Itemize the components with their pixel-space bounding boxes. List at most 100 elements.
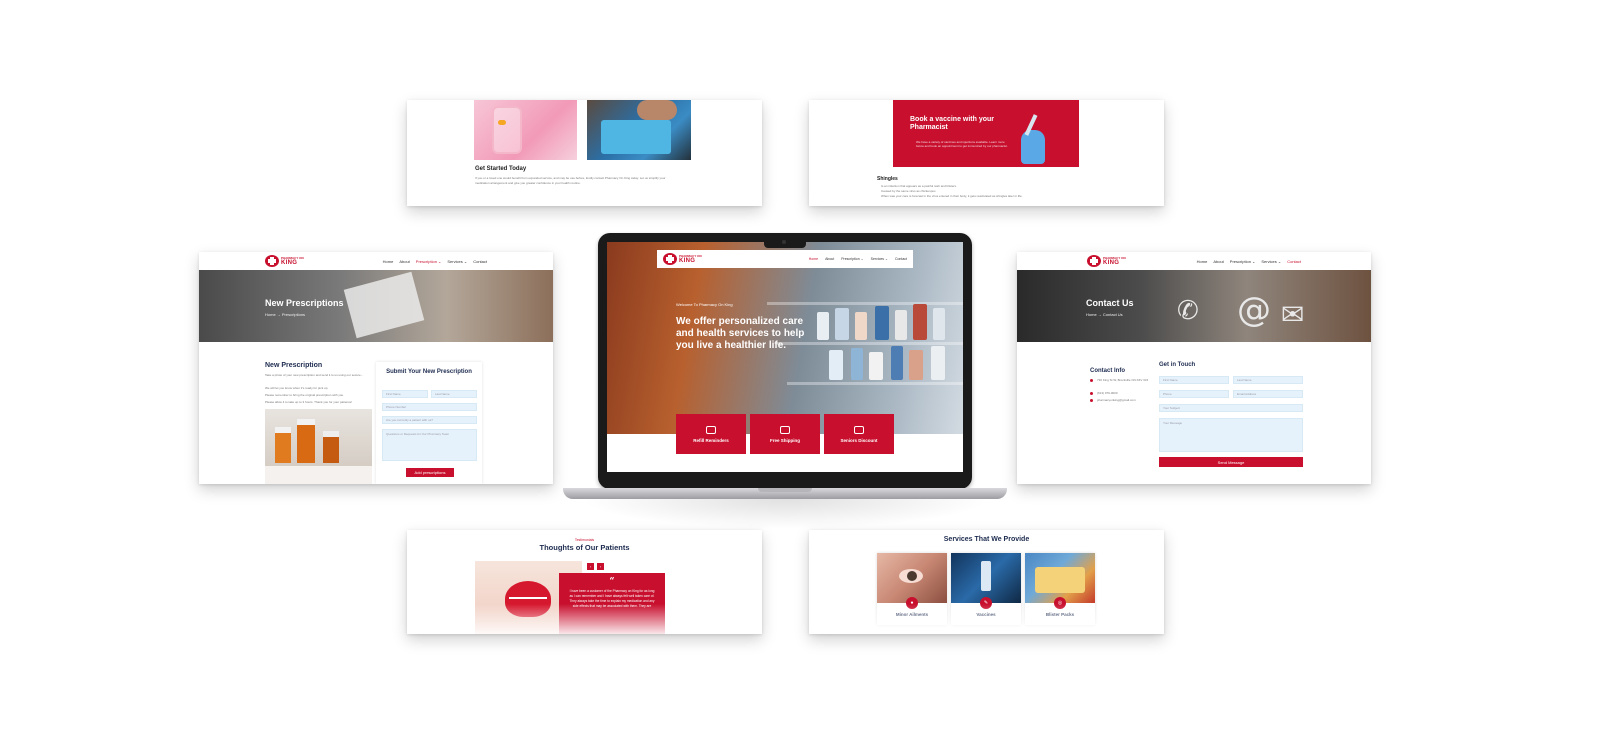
email-field[interactable]: Email Address — [1233, 390, 1303, 398]
laptop-opening-groove — [758, 488, 812, 492]
nav-about[interactable]: About — [399, 259, 409, 264]
mockup-stage: Get Started Today If you or a loved one … — [0, 0, 1600, 750]
phone-small-icon — [1090, 392, 1093, 395]
phone-field[interactable]: Phone Number — [382, 403, 477, 411]
service-card[interactable]: ◎ Blister Packs — [1025, 553, 1095, 625]
add-prescriptions-button[interactable]: Add prescriptions — [406, 468, 454, 477]
bullet-item: When was your care is forecast in the vi… — [881, 194, 1023, 198]
email-text[interactable]: pharmacyonking@gmail.com — [1097, 398, 1136, 402]
nav-links: Home About Prescription ⌄ Services ⌄ Con… — [383, 259, 487, 264]
prescription-form: Submit Your New Prescription First Name … — [376, 362, 482, 484]
section-heading: Thoughts of Our Patients — [539, 543, 630, 552]
tile-label: Seniors Discount — [840, 437, 878, 443]
testimonial-quote: I have been a customer of the Pharmacy o… — [569, 589, 655, 608]
get-started-page-preview: Get Started Today If you or a loved one … — [407, 100, 762, 206]
phone-field[interactable]: Phone — [1159, 390, 1229, 398]
nav-services[interactable]: Services ⌄ — [447, 259, 467, 264]
nav-prescription[interactable]: Prescription ⌄ — [416, 259, 442, 264]
prev-arrow-button[interactable]: ‹ — [587, 563, 594, 570]
paper-hand-image — [343, 271, 425, 339]
page-title: New Prescriptions — [265, 298, 344, 308]
nav-services[interactable]: Services ⌄ — [871, 257, 888, 261]
body-text: Please remember to bring the original pr… — [265, 393, 345, 397]
tag-icon — [854, 425, 864, 434]
section-heading: Get Started Today — [475, 166, 527, 172]
nav-links: Home About Prescription ⌄ Services ⌄ Con… — [1197, 259, 1301, 264]
section-kicker: Testimonials — [574, 538, 595, 542]
site-nav: PHARMACY ON KING Home About Prescription … — [657, 250, 913, 268]
laptop-camera — [782, 240, 786, 244]
message-textarea[interactable]: Questions or Requests for Our Pharmacy T… — [382, 429, 477, 461]
page-hero: ✆ @ ✉ Contact Us Home → Contact Us — [1017, 270, 1371, 342]
service-card[interactable]: ● Minor Ailments — [877, 553, 947, 625]
nav-contact[interactable]: Contact — [473, 259, 487, 264]
nav-prescription[interactable]: Prescription ⌄ — [841, 257, 863, 261]
blister-pack-image — [1025, 553, 1095, 603]
pill-bottles-image — [265, 409, 372, 484]
patient-select[interactable]: Are you currently a patient with us? — [382, 416, 477, 424]
syringe-icon: ✎ — [980, 597, 992, 609]
body-text: Please allow 4 to take up to 3 hours. Th… — [265, 400, 353, 404]
breadcrumb[interactable]: Home → Prescriptions — [265, 312, 305, 317]
site-nav: PHARMACY ON KING Home About Prescription … — [199, 252, 553, 270]
truck-icon — [780, 425, 790, 434]
nav-prescription[interactable]: Prescription ⌄ — [1230, 259, 1256, 264]
eye-icon: ● — [906, 597, 918, 609]
nav-home[interactable]: Home — [383, 259, 394, 264]
message-textarea[interactable]: Your Message — [1159, 418, 1303, 452]
tile-label: Refill Reminders — [693, 437, 729, 443]
last-name-field[interactable]: Last Name — [431, 390, 477, 398]
nav-home[interactable]: Home — [809, 257, 818, 261]
next-arrow-button[interactable]: › — [597, 563, 604, 570]
site-nav: PHARMACY ON KING Home About Prescription … — [1017, 252, 1371, 270]
nav-about[interactable]: About — [1213, 259, 1223, 264]
refill-reminders-tile[interactable]: Refill Reminders — [676, 414, 746, 454]
body-text: medication arrangement and give you grea… — [475, 181, 581, 185]
nav-links: Home About Prescription ⌄ Services ⌄ Con… — [809, 257, 907, 261]
banner-title: Book a vaccine with your Pharmacist — [910, 116, 995, 131]
at-icon: @ — [1237, 290, 1271, 330]
pill-organizer-image — [474, 100, 577, 160]
breadcrumb[interactable]: Home → Contact Us — [1086, 312, 1123, 317]
nav-contact[interactable]: Contact — [1287, 259, 1301, 264]
page-title: Contact Us — [1086, 298, 1134, 308]
contact-info-heading: Contact Info — [1090, 368, 1125, 374]
body-text: If you or a loved one would benefit from… — [475, 176, 666, 180]
phone-icon: ✆ — [1177, 296, 1199, 326]
tile-label: Free Shipping — [769, 437, 800, 443]
services-section-preview: Services That We Provide ● Minor Ailment… — [809, 530, 1164, 634]
service-label: Minor Ailments — [895, 612, 929, 617]
vaccine-page-preview: Book a vaccine with your Pharmacist We h… — [809, 100, 1164, 206]
send-message-button[interactable]: Send Message — [1159, 457, 1303, 467]
site-logo[interactable]: PHARMACY ON KING — [265, 255, 304, 267]
service-card[interactable]: ✎ Vaccines — [951, 553, 1021, 625]
cross-logo-icon — [265, 255, 279, 267]
first-name-field[interactable]: First Name — [382, 390, 428, 398]
testimonials-section-preview: Testimonials Thoughts of Our Patients ‹ … — [407, 530, 762, 634]
first-name-field[interactable]: First Name — [1159, 376, 1229, 384]
nav-services[interactable]: Services ⌄ — [1261, 259, 1281, 264]
last-name-field[interactable]: Last Name — [1233, 376, 1303, 384]
seniors-discount-tile[interactable]: Seniors Discount — [824, 414, 894, 454]
email-small-icon — [1090, 399, 1093, 402]
contact-page-preview: PHARMACY ON KING Home About Prescription … — [1017, 252, 1371, 484]
hands-pills-image — [587, 100, 691, 160]
syringe-hand-icon — [1015, 114, 1053, 164]
site-logo[interactable]: PHARMACY ON KING — [663, 253, 702, 265]
site-logo[interactable]: PHARMACY ON KING — [1087, 255, 1126, 267]
phone-text[interactable]: (613) 979-0000 — [1097, 391, 1118, 395]
address-text: 730 King St W, Brockville ON K6V 3L5 — [1097, 378, 1149, 382]
quote-icon: “ — [609, 577, 615, 587]
nav-home[interactable]: Home — [1197, 259, 1208, 264]
first-aid-kit-icon — [706, 425, 716, 434]
page-hero: New Prescriptions Home → Prescriptions — [199, 270, 553, 342]
laptop-shadow — [580, 499, 990, 529]
free-shipping-tile[interactable]: Free Shipping — [750, 414, 820, 454]
get-in-touch-heading: Get in Touch — [1159, 362, 1196, 368]
nav-about[interactable]: About — [825, 257, 834, 261]
vaccine-banner[interactable]: Book a vaccine with your Pharmacist We h… — [893, 100, 1079, 167]
subject-field[interactable]: Your Subject — [1159, 404, 1303, 412]
form-title: Submit Your New Prescription — [386, 369, 472, 375]
mail-icon: ✉ — [1281, 298, 1305, 331]
nav-contact[interactable]: Contact — [895, 257, 907, 261]
